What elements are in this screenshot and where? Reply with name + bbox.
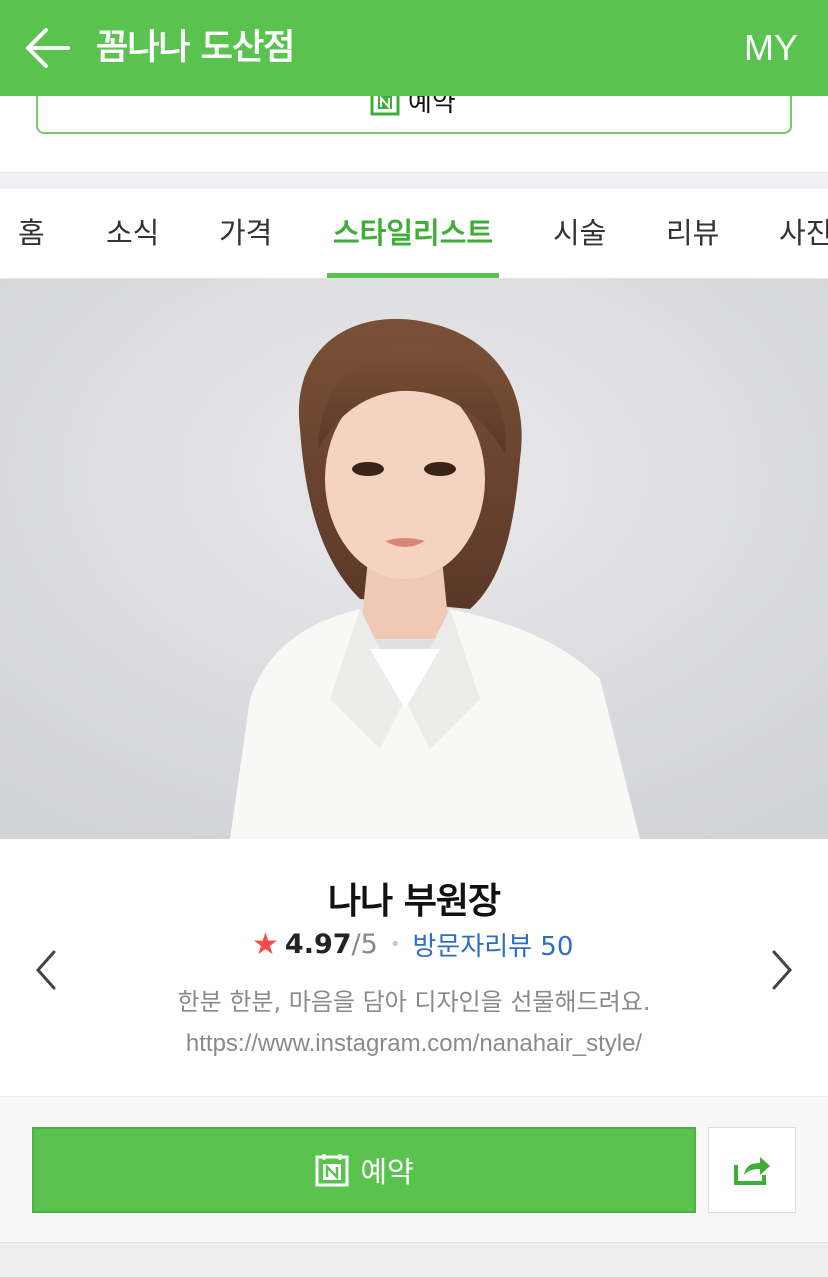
my-button[interactable]: MY xyxy=(744,22,798,74)
next-stylist-button[interactable] xyxy=(766,946,798,994)
rating-scale: /5 xyxy=(351,929,378,960)
stylist-info: 나나 부원장 ★ 4.97 /5 • 방문자리뷰 50 한분 한분, 마음을 담… xyxy=(0,840,828,1096)
tab-bar: 홈 소식 가격 스타일리스트 시술 리뷰 사진 xyxy=(0,189,828,279)
share-icon xyxy=(734,1157,770,1185)
chevron-right-icon xyxy=(772,950,793,990)
back-button[interactable] xyxy=(22,24,74,72)
reserve-button[interactable]: 예약 xyxy=(32,1127,696,1213)
rating-row: ★ 4.97 /5 • 방문자리뷰 50 xyxy=(252,926,573,963)
tab-news[interactable]: 소식 xyxy=(106,213,159,253)
active-tab-indicator xyxy=(327,273,499,278)
visitor-review-link[interactable]: 방문자리뷰 50 xyxy=(412,926,573,963)
bottom-divider xyxy=(0,1242,828,1277)
action-bar: 예약 xyxy=(0,1096,828,1243)
top-bar: 꼼나나 도산점 MY xyxy=(0,0,828,96)
reserve-label: 예약 xyxy=(360,1155,414,1189)
star-icon: ★ xyxy=(252,927,279,962)
separator-dot: • xyxy=(389,934,401,955)
tab-photo[interactable]: 사진 xyxy=(779,213,828,253)
page-title: 꼼나나 도산점 xyxy=(96,28,295,68)
share-button[interactable] xyxy=(708,1127,796,1213)
instagram-link[interactable]: https://www.instagram.com/nanahair_style… xyxy=(0,1030,828,1058)
tab-review[interactable]: 리뷰 xyxy=(666,213,719,253)
arrow-left-icon xyxy=(26,28,70,68)
section-divider xyxy=(0,172,828,189)
rating-score: 4.97 xyxy=(284,929,352,960)
stylist-name: 나나 부원장 xyxy=(327,881,501,922)
stylist-photo xyxy=(0,279,828,839)
tab-price[interactable]: 가격 xyxy=(219,213,272,253)
tab-stylist[interactable]: 스타일리스트 xyxy=(333,213,493,253)
tab-treatment[interactable]: 시술 xyxy=(553,213,606,253)
naver-booking-icon xyxy=(315,1154,349,1187)
stylist-intro: 한분 한분, 마음을 담아 디자인을 선물해드려요. xyxy=(177,988,651,1016)
tab-home[interactable]: 홈 xyxy=(18,213,45,253)
